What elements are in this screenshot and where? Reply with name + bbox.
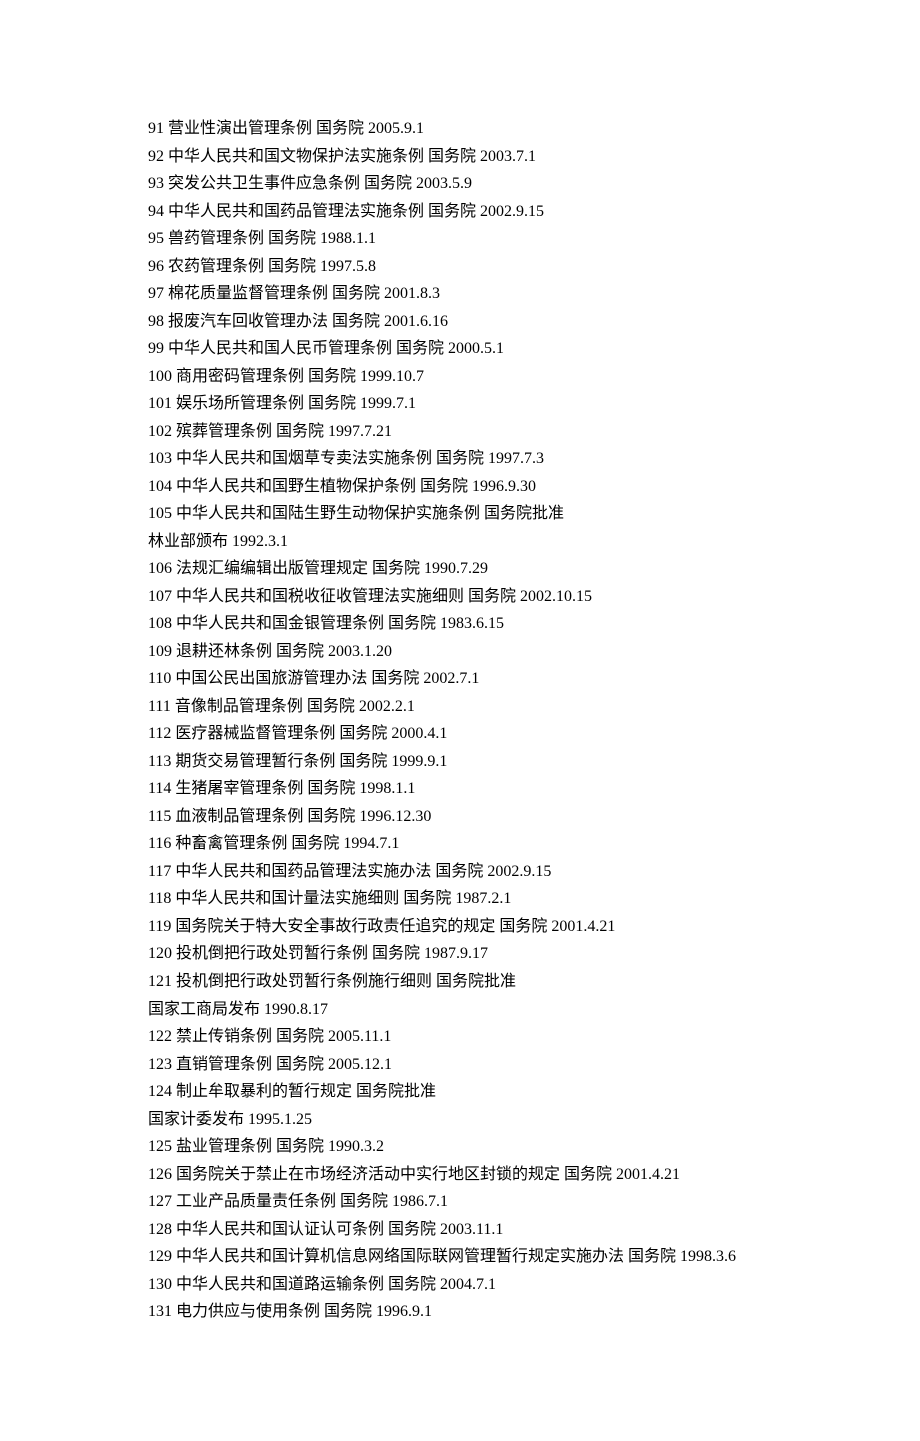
text-line: 125 盐业管理条例 国务院 1990.3.2 <box>148 1133 775 1161</box>
text-line: 96 农药管理条例 国务院 1997.5.8 <box>148 253 775 281</box>
text-line: 108 中华人民共和国金银管理条例 国务院 1983.6.15 <box>148 610 775 638</box>
text-line: 100 商用密码管理条例 国务院 1999.10.7 <box>148 363 775 391</box>
text-line: 98 报废汽车回收管理办法 国务院 2001.6.16 <box>148 308 775 336</box>
text-line: 126 国务院关于禁止在市场经济活动中实行地区封锁的规定 国务院 2001.4.… <box>148 1161 775 1189</box>
text-line: 103 中华人民共和国烟草专卖法实施条例 国务院 1997.7.3 <box>148 445 775 473</box>
text-line: 111 音像制品管理条例 国务院 2002.2.1 <box>148 693 775 721</box>
text-line: 93 突发公共卫生事件应急条例 国务院 2003.5.9 <box>148 170 775 198</box>
text-line: 117 中华人民共和国药品管理法实施办法 国务院 2002.9.15 <box>148 858 775 886</box>
text-line: 130 中华人民共和国道路运输条例 国务院 2004.7.1 <box>148 1271 775 1299</box>
text-line: 99 中华人民共和国人民币管理条例 国务院 2000.5.1 <box>148 335 775 363</box>
text-line: 国家工商局发布 1990.8.17 <box>148 996 775 1024</box>
text-line: 91 营业性演出管理条例 国务院 2005.9.1 <box>148 115 775 143</box>
text-line: 121 投机倒把行政处罚暂行条例施行细则 国务院批准 <box>148 968 775 996</box>
document-body: 91 营业性演出管理条例 国务院 2005.9.192 中华人民共和国文物保护法… <box>148 115 775 1326</box>
text-line: 113 期货交易管理暂行条例 国务院 1999.9.1 <box>148 748 775 776</box>
text-line: 129 中华人民共和国计算机信息网络国际联网管理暂行规定实施办法 国务院 199… <box>148 1243 775 1271</box>
text-line: 109 退耕还林条例 国务院 2003.1.20 <box>148 638 775 666</box>
text-line: 国家计委发布 1995.1.25 <box>148 1106 775 1134</box>
text-line: 104 中华人民共和国野生植物保护条例 国务院 1996.9.30 <box>148 473 775 501</box>
text-line: 102 殡葬管理条例 国务院 1997.7.21 <box>148 418 775 446</box>
text-line: 101 娱乐场所管理条例 国务院 1999.7.1 <box>148 390 775 418</box>
text-line: 112 医疗器械监督管理条例 国务院 2000.4.1 <box>148 720 775 748</box>
text-line: 97 棉花质量监督管理条例 国务院 2001.8.3 <box>148 280 775 308</box>
text-line: 107 中华人民共和国税收征收管理法实施细则 国务院 2002.10.15 <box>148 583 775 611</box>
text-line: 106 法规汇编编辑出版管理规定 国务院 1990.7.29 <box>148 555 775 583</box>
text-line: 94 中华人民共和国药品管理法实施条例 国务院 2002.9.15 <box>148 198 775 226</box>
text-line: 92 中华人民共和国文物保护法实施条例 国务院 2003.7.1 <box>148 143 775 171</box>
text-line: 131 电力供应与使用条例 国务院 1996.9.1 <box>148 1298 775 1326</box>
text-line: 115 血液制品管理条例 国务院 1996.12.30 <box>148 803 775 831</box>
text-line: 110 中国公民出国旅游管理办法 国务院 2002.7.1 <box>148 665 775 693</box>
text-line: 116 种畜禽管理条例 国务院 1994.7.1 <box>148 830 775 858</box>
text-line: 128 中华人民共和国认证认可条例 国务院 2003.11.1 <box>148 1216 775 1244</box>
text-line: 119 国务院关于特大安全事故行政责任追究的规定 国务院 2001.4.21 <box>148 913 775 941</box>
text-line: 120 投机倒把行政处罚暂行条例 国务院 1987.9.17 <box>148 940 775 968</box>
text-line: 95 兽药管理条例 国务院 1988.1.1 <box>148 225 775 253</box>
text-line: 105 中华人民共和国陆生野生动物保护实施条例 国务院批准 <box>148 500 775 528</box>
text-line: 118 中华人民共和国计量法实施细则 国务院 1987.2.1 <box>148 885 775 913</box>
text-line: 124 制止牟取暴利的暂行规定 国务院批准 <box>148 1078 775 1106</box>
text-line: 林业部颁布 1992.3.1 <box>148 528 775 556</box>
text-line: 114 生猪屠宰管理条例 国务院 1998.1.1 <box>148 775 775 803</box>
text-line: 127 工业产品质量责任条例 国务院 1986.7.1 <box>148 1188 775 1216</box>
text-line: 123 直销管理条例 国务院 2005.12.1 <box>148 1051 775 1079</box>
text-line: 122 禁止传销条例 国务院 2005.11.1 <box>148 1023 775 1051</box>
